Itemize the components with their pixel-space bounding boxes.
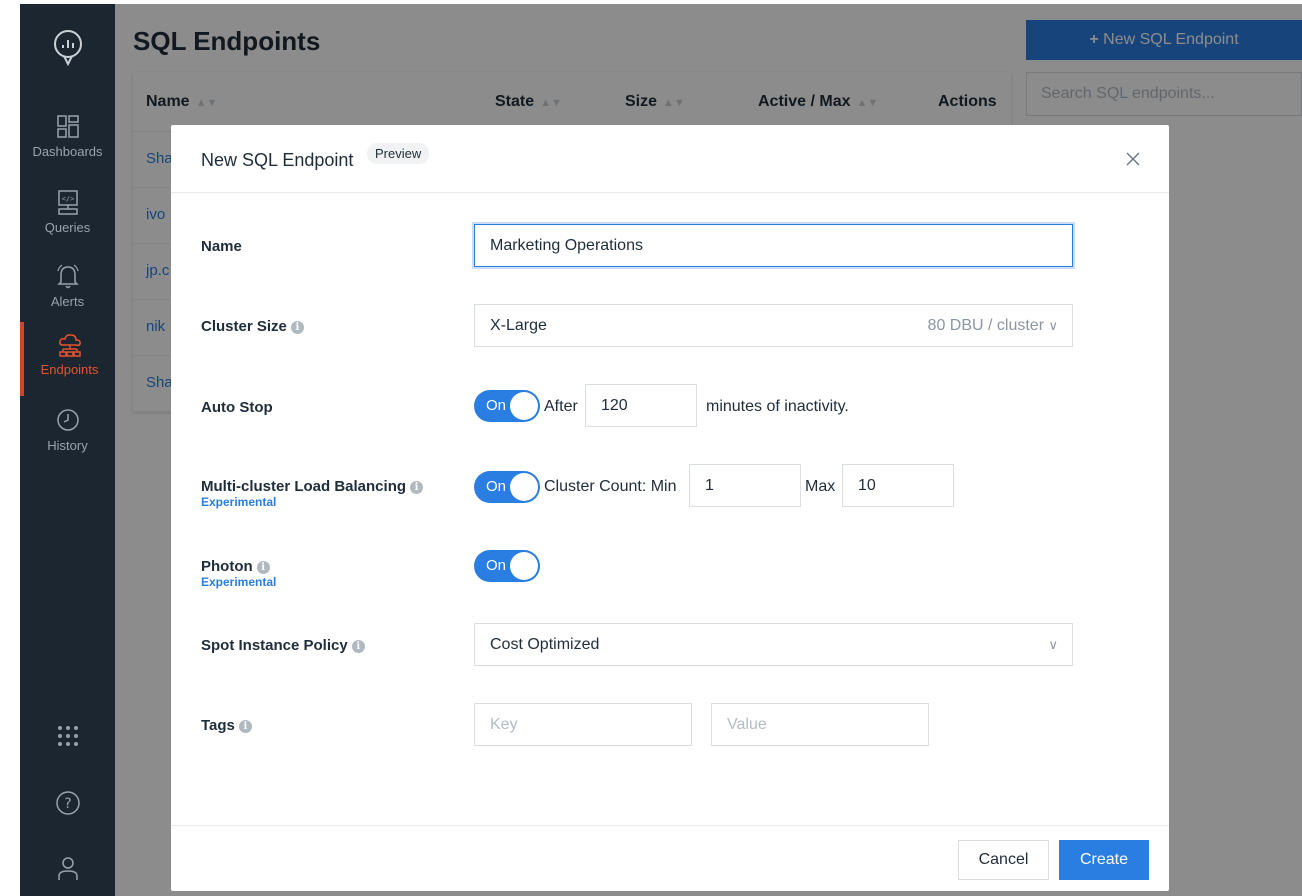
sidebar-item-label: Queries [44, 220, 91, 235]
toggle-state: On [486, 397, 507, 414]
queries-icon: </> [57, 190, 78, 215]
cancel-button[interactable]: Cancel [958, 840, 1049, 880]
cluster-count-min-label: Cluster Count: Min [544, 478, 677, 495]
name-input[interactable]: Marketing Operations [474, 224, 1073, 267]
auto-stop-toggle[interactable]: On [474, 390, 540, 422]
cluster-size-dbu: 80 DBU / cluster ∨ [928, 305, 1058, 346]
cluster-size-label: Cluster Size i [201, 318, 304, 335]
cluster-size-label-text: Cluster Size [201, 318, 287, 335]
tags-label-text: Tags [201, 717, 235, 734]
databricks-sql-logo[interactable] [52, 28, 84, 68]
tag-key-input[interactable]: Key [474, 703, 692, 746]
toggle-knob [510, 473, 538, 501]
sidebar-item-queries[interactable]: </> Queries [20, 180, 115, 254]
toggle-state: On [486, 557, 507, 574]
sidebar-item-label: History [47, 438, 88, 453]
cluster-size-select[interactable]: X-Large 80 DBU / cluster ∨ [474, 304, 1073, 347]
experimental-tag: Experimental [201, 575, 277, 589]
spot-policy-label: Spot Instance Policy i [201, 637, 365, 654]
photon-label: Photon i Experimental [201, 558, 276, 589]
auto-stop-minutes-input[interactable]: 120 [585, 384, 697, 427]
window-left-edge [0, 0, 20, 896]
svg-text:</>: </> [61, 195, 74, 203]
experimental-tag: Experimental [201, 495, 277, 509]
after-label: After [544, 398, 578, 415]
preview-badge: Preview [367, 143, 430, 164]
sidebar-item-alerts[interactable]: Alerts [20, 254, 115, 328]
svg-text:?: ? [64, 796, 71, 812]
tag-value-input[interactable]: Value [711, 703, 929, 746]
help-icon[interactable]: ? [54, 789, 82, 817]
auto-stop-label: Auto Stop [201, 399, 273, 416]
toggle-knob [510, 552, 538, 580]
cluster-max-input[interactable]: 10 [842, 464, 954, 507]
sidebar-item-label: Alerts [50, 294, 85, 309]
dialog-footer: Cancel Create [171, 825, 1169, 891]
user-icon[interactable] [54, 854, 82, 882]
name-label: Name [201, 238, 242, 255]
new-endpoint-dialog: New SQL Endpoint Preview Name Marketing … [171, 125, 1169, 891]
dialog-header: New SQL Endpoint Preview [171, 125, 1169, 193]
toggle-state: On [486, 478, 507, 495]
window-top-edge [0, 0, 1302, 4]
info-icon[interactable]: i [256, 561, 270, 574]
info-icon[interactable]: i [238, 720, 252, 733]
info-icon[interactable]: i [410, 481, 424, 494]
sidebar: Dashboards </> Queries Alerts Endpoints … [20, 4, 115, 896]
chevron-down-icon: ∨ [1048, 637, 1058, 652]
photon-toggle[interactable]: On [474, 550, 540, 582]
spot-policy-label-text: Spot Instance Policy [201, 637, 348, 654]
apps-grid-icon[interactable] [54, 722, 82, 750]
sidebar-item-label: Endpoints [40, 362, 99, 377]
spot-policy-value: Cost Optimized [490, 636, 600, 653]
multi-cluster-label: Multi-cluster Load Balancing i Experimenta… [201, 478, 424, 509]
create-button[interactable]: Create [1059, 840, 1149, 880]
endpoints-icon [58, 334, 81, 357]
toggle-knob [510, 392, 538, 420]
close-icon[interactable] [1123, 149, 1143, 169]
tags-label: Tags i [201, 717, 252, 734]
info-icon[interactable]: i [351, 640, 365, 653]
bell-icon [56, 264, 79, 289]
sidebar-item-history[interactable]: History [20, 398, 115, 472]
sidebar-item-endpoints[interactable]: Endpoints [20, 322, 115, 396]
sidebar-item-label: Dashboards [32, 144, 103, 159]
chevron-down-icon: ∨ [1048, 318, 1058, 333]
dialog-title: New SQL Endpoint [201, 150, 354, 170]
clock-icon [56, 409, 79, 431]
multi-cluster-label-text: Multi-cluster Load Balancing [201, 478, 407, 495]
cluster-count-max-label: Max [805, 478, 836, 495]
multi-cluster-toggle[interactable]: On [474, 471, 540, 503]
dbu-text: 80 DBU / cluster [927, 317, 1045, 334]
sidebar-item-dashboards[interactable]: Dashboards [20, 104, 115, 178]
info-icon[interactable]: i [290, 321, 304, 334]
cluster-min-input[interactable]: 1 [689, 464, 801, 507]
photon-label-text: Photon [201, 558, 253, 575]
dashboards-icon [56, 115, 79, 138]
cluster-size-value: X-Large [490, 317, 547, 334]
spot-policy-select[interactable]: Cost Optimized ∨ [474, 623, 1073, 666]
inactivity-label: minutes of inactivity. [706, 398, 849, 415]
